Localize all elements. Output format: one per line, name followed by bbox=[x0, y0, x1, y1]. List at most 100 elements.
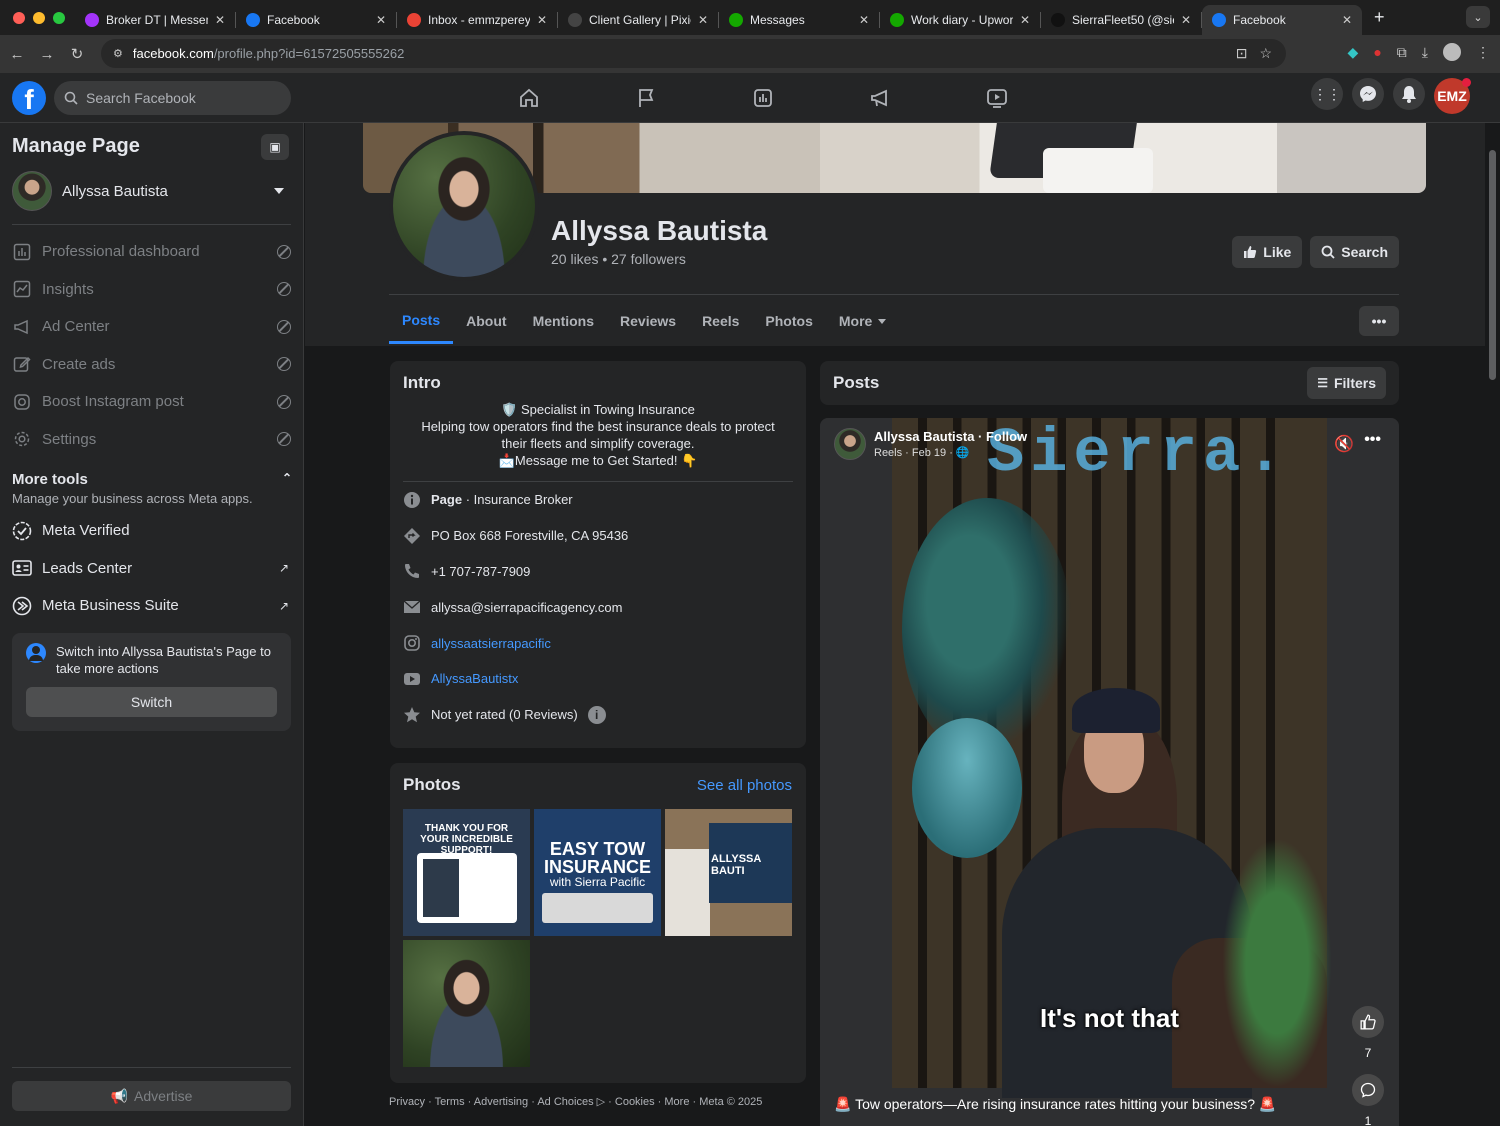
extension-icon[interactable]: ◆ bbox=[1348, 44, 1359, 61]
post-author[interactable]: Allyssa Bautista · Follow bbox=[874, 429, 1027, 444]
tool-item-leads-center[interactable]: Leads Center ↗ bbox=[12, 550, 292, 588]
email-text[interactable]: allyssa@sierrapacificagency.com bbox=[431, 600, 622, 615]
reload-button[interactable]: ↻ bbox=[62, 45, 92, 63]
browser-menu-icon[interactable]: ⋮ bbox=[1476, 44, 1490, 61]
tab-reviews[interactable]: Reviews bbox=[607, 298, 689, 344]
filters-button[interactable]: ☰ Filters bbox=[1307, 367, 1386, 399]
browser-tab[interactable]: Facebook ✕ bbox=[1202, 4, 1362, 35]
reel-video[interactable]: Sierra. It's not that bbox=[820, 418, 1399, 1126]
site-info-icon[interactable]: ⚙ bbox=[113, 47, 123, 60]
facebook-logo-icon[interactable]: f bbox=[12, 81, 46, 115]
sidebar-item-settings[interactable]: Settings bbox=[12, 421, 292, 459]
post-author-avatar[interactable] bbox=[834, 428, 866, 460]
search-page-button[interactable]: Search bbox=[1310, 236, 1399, 268]
pencil-icon bbox=[12, 354, 32, 374]
like-page-button[interactable]: Like bbox=[1232, 236, 1303, 268]
bookmark-star-icon[interactable]: ☆ bbox=[1259, 45, 1272, 62]
insights-nav-icon[interactable] bbox=[704, 73, 821, 123]
address-bar[interactable]: ⚙ facebook.com/profile.php?id=6157250555… bbox=[101, 39, 1286, 68]
browser-tab[interactable]: SierraFleet50 (@sierr ✕ bbox=[1041, 5, 1201, 35]
like-label: Like bbox=[1263, 244, 1292, 260]
sidebar-item-boost-instagram-post[interactable]: Boost Instagram post bbox=[12, 383, 292, 421]
facebook-main-nav bbox=[470, 73, 1055, 123]
close-tab-icon[interactable]: ✕ bbox=[1020, 13, 1030, 27]
rating-row: Not yet rated (0 Reviews) i bbox=[403, 697, 793, 733]
tab-reels[interactable]: Reels bbox=[689, 298, 752, 344]
switch-button[interactable]: Switch bbox=[26, 687, 277, 717]
pages-flag-icon[interactable] bbox=[587, 73, 704, 123]
profile-avatar-icon[interactable] bbox=[1443, 43, 1461, 61]
sidebar-item-insights[interactable]: Insights bbox=[12, 271, 292, 309]
mute-icon[interactable]: 🔇 bbox=[1334, 434, 1354, 454]
footer-links[interactable]: Privacy · Terms · Advertising · Ad Choic… bbox=[389, 1095, 762, 1108]
scroll-thumb[interactable] bbox=[1489, 150, 1496, 380]
reel-actions: 7 1 bbox=[1351, 1006, 1385, 1126]
messenger-icon[interactable] bbox=[1352, 78, 1384, 110]
browser-tab[interactable]: Broker DT | Messenge ✕ bbox=[75, 5, 235, 35]
install-app-icon[interactable]: ⊡ bbox=[1236, 45, 1248, 62]
photo-thumbnail[interactable]: EASY TOW INSURANCE with Sierra Pacific bbox=[534, 809, 661, 936]
sidebar-item-professional-dashboard[interactable]: Professional dashboard bbox=[12, 233, 292, 271]
tool-item-meta-business-suite[interactable]: Meta Business Suite ↗ bbox=[12, 587, 292, 625]
rating-info-icon[interactable]: i bbox=[587, 705, 606, 724]
browser-tab[interactable]: Messages ✕ bbox=[719, 5, 879, 35]
more-options-icon[interactable]: ••• bbox=[1359, 306, 1399, 336]
close-tab-icon[interactable]: ✕ bbox=[376, 13, 386, 27]
browser-tab[interactable]: Inbox - emmzpereyra ✕ bbox=[397, 5, 557, 35]
menu-grid-icon[interactable]: ⋮⋮ bbox=[1311, 78, 1343, 110]
home-nav-icon[interactable] bbox=[470, 73, 587, 123]
back-button[interactable]: ← bbox=[2, 46, 32, 63]
close-tab-icon[interactable]: ✕ bbox=[1181, 13, 1191, 27]
video-nav-icon[interactable] bbox=[938, 73, 1055, 123]
browser-tab[interactable]: Work diary - Upwork ✕ bbox=[880, 5, 1040, 35]
tool-item-meta-verified[interactable]: Meta Verified bbox=[12, 512, 292, 550]
instagram-link[interactable]: allyssaatsierrapacific bbox=[431, 636, 551, 651]
address-text[interactable]: PO Box 668 Forestville, CA 95436 bbox=[431, 528, 628, 543]
photo-thumbnail[interactable]: ALLYSSA BAUTI bbox=[665, 809, 792, 936]
close-tab-icon[interactable]: ✕ bbox=[698, 13, 708, 27]
tab-photos[interactable]: Photos bbox=[752, 298, 825, 344]
tab-posts[interactable]: Posts bbox=[389, 298, 454, 344]
facebook-search-input[interactable]: Search Facebook bbox=[54, 81, 291, 115]
photo-thumbnail[interactable] bbox=[403, 940, 530, 1067]
browser-tab[interactable]: Client Gallery | Pixies ✕ bbox=[558, 5, 718, 35]
tab-mentions[interactable]: Mentions bbox=[520, 298, 607, 344]
forward-button[interactable]: → bbox=[32, 46, 62, 63]
photo-thumbnail[interactable]: THANK YOU FOR YOUR INCREDIBLE SUPPORT! bbox=[403, 809, 530, 936]
more-tools-header[interactable]: More tools ⌃ bbox=[12, 471, 292, 488]
ad-center-megaphone-icon[interactable] bbox=[821, 73, 938, 123]
account-avatar[interactable]: EMZ bbox=[1434, 78, 1471, 114]
close-tab-icon[interactable]: ✕ bbox=[215, 13, 225, 27]
close-window-button[interactable] bbox=[13, 11, 25, 24]
page-scrollbar[interactable] bbox=[1485, 123, 1500, 1126]
see-all-photos-link[interactable]: See all photos bbox=[697, 777, 792, 794]
close-tab-icon[interactable]: ✕ bbox=[1342, 13, 1352, 27]
close-tab-icon[interactable]: ✕ bbox=[859, 13, 869, 27]
new-tab-button[interactable]: + bbox=[1374, 7, 1385, 28]
switch-page-card: Switch into Allyssa Bautista's Page to t… bbox=[12, 633, 291, 731]
comment-icon[interactable] bbox=[1352, 1074, 1384, 1106]
minimize-window-button[interactable] bbox=[33, 11, 45, 24]
rating-text: Not yet rated (0 Reviews) bbox=[431, 707, 578, 723]
tab-search-button[interactable]: ⌄ bbox=[1466, 6, 1490, 28]
page-switcher[interactable]: Allyssa Bautista bbox=[12, 171, 289, 211]
sidebar-collapse-icon[interactable]: ▣ bbox=[261, 134, 289, 160]
advertise-button[interactable]: 📢 Advertise bbox=[12, 1081, 291, 1111]
notifications-bell-icon[interactable] bbox=[1393, 78, 1425, 110]
phone-text[interactable]: +1 707-787-7909 bbox=[431, 564, 530, 579]
tab-about[interactable]: About bbox=[453, 298, 519, 344]
profile-stats[interactable]: 20 likes • 27 followers bbox=[551, 251, 686, 267]
close-tab-icon[interactable]: ✕ bbox=[537, 13, 547, 27]
youtube-link[interactable]: AllyssaBautistx bbox=[431, 671, 518, 686]
sidebar-item-create-ads[interactable]: Create ads bbox=[12, 346, 292, 384]
maximize-window-button[interactable] bbox=[53, 11, 65, 24]
profile-picture[interactable] bbox=[389, 131, 539, 281]
sidebar-item-ad-center[interactable]: Ad Center bbox=[12, 308, 292, 346]
extensions-puzzle-icon[interactable]: ⧉ bbox=[1397, 44, 1407, 61]
downloads-icon[interactable]: ⤓ bbox=[1422, 44, 1428, 61]
post-more-icon[interactable]: ••• bbox=[1364, 431, 1381, 449]
browser-tab[interactable]: Facebook ✕ bbox=[236, 5, 396, 35]
extension-badge-icon[interactable]: ● bbox=[1373, 44, 1381, 60]
like-icon[interactable] bbox=[1352, 1006, 1384, 1038]
tab-more[interactable]: More bbox=[826, 298, 899, 344]
